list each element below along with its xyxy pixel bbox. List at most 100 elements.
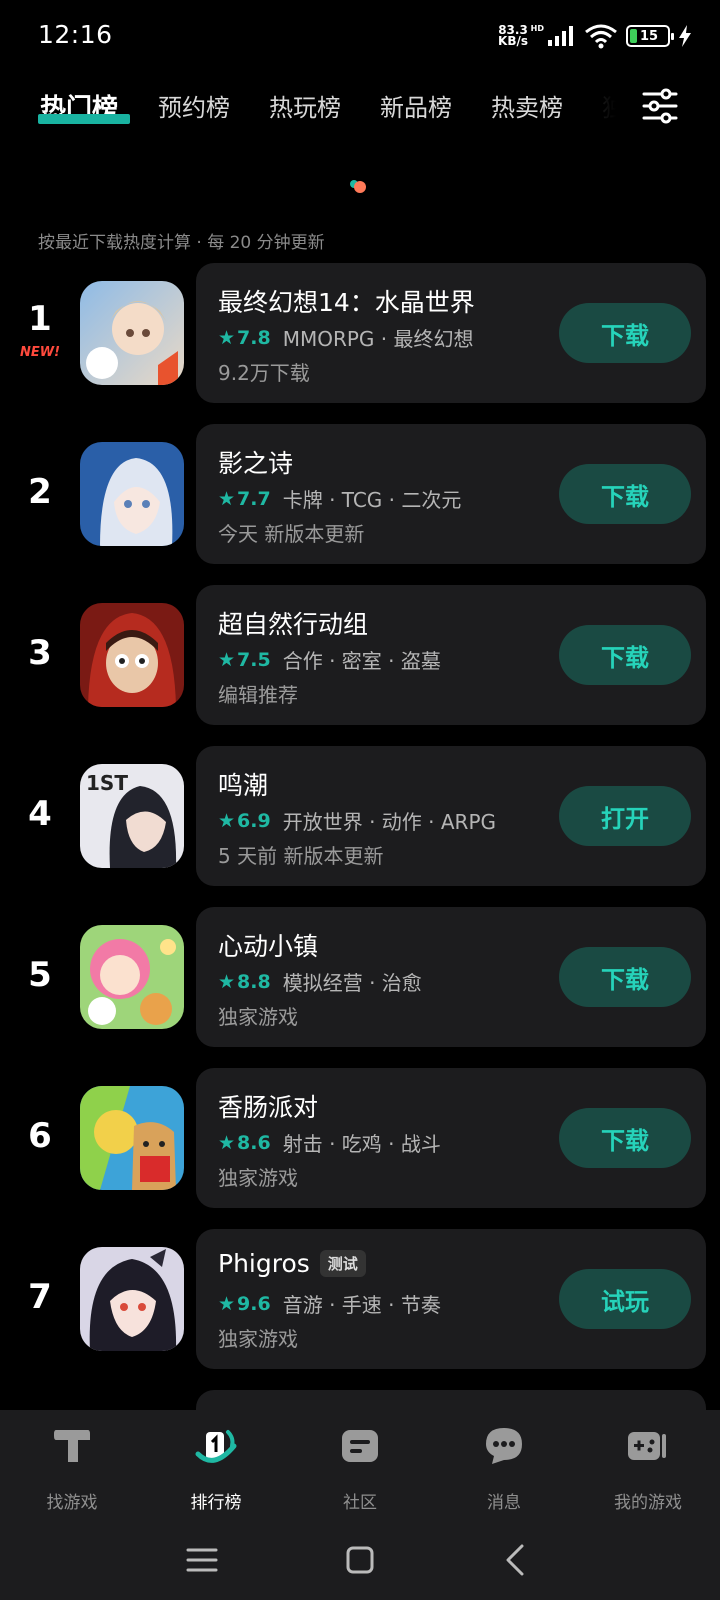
filter-icon[interactable] [640,86,680,126]
game-icon[interactable] [80,442,184,546]
rank-number: 6 [28,1116,52,1156]
game-subtitle: 今天 新版本更新 [218,522,365,546]
status-indicators: 83.3 KB/s HD 15 [498,20,692,52]
game-score: 8.6 [237,1131,271,1154]
game-card[interactable]: 香肠派对 ★ 8.6 射击 · 吃鸡 · 战斗 独家游戏 下载 [196,1068,706,1208]
tab-reservation[interactable]: 预约榜 [158,88,230,123]
game-score: 9.6 [237,1292,271,1315]
list-item[interactable]: 1 NEW! 最终幻想14：水晶世界 ★ 7.8 MMORPG · 最终幻想 9… [0,263,720,403]
game-card[interactable]: 超自然行动组 ★ 7.5 合作 · 密室 · 盗墓 编辑推荐 下载 [196,585,706,725]
game-tags: 模拟经营 · 治愈 [282,971,422,995]
svg-text:1ST: 1ST [86,771,128,795]
list-item[interactable]: 2 影之诗 ★ 7.7 卡牌 · TCG · 二次元 今天 新版本更新 下载 [0,424,720,564]
rank-number: 1 [28,299,52,339]
network-speed: 83.3 KB/s HD [498,24,544,48]
battery-level: 15 [640,28,659,44]
game-subtitle: 独家游戏 [218,1166,298,1190]
game-card[interactable]: 心动小镇 ★ 8.8 模拟经营 · 治愈 独家游戏 下载 [196,907,706,1047]
loading-indicator [350,180,366,193]
network-speed-unit: KB/s [498,34,528,48]
game-subtitle: 5 天前 新版本更新 [218,844,384,868]
game-title: 影之诗 [218,449,294,478]
game-meta: ★ 9.6 音游 · 手速 · 节奏 [218,1289,441,1318]
community-icon [342,1430,378,1462]
list-item[interactable]: 6 香肠派对 ★ 8.6 射击 · 吃鸡 · 战斗 独家游戏 下载 [0,1068,720,1208]
bottom-navigation: 找游戏 排行榜 社区 消息 我的游戏 [0,1410,720,1520]
message-icon [486,1428,522,1464]
game-title: 最终幻想14：水晶世界 [218,288,475,317]
nav-my-games[interactable]: 我的游戏 [588,1424,708,1513]
rank-number: 7 [28,1277,52,1317]
game-subtitle: 编辑推荐 [218,683,298,707]
game-meta: ★ 8.6 射击 · 吃鸡 · 战斗 [218,1128,441,1157]
game-title: 香肠派对 [218,1093,319,1122]
game-card[interactable]: 鸣潮 ★ 6.9 开放世界 · 动作 · ARPG 5 天前 新版本更新 打开 [196,746,706,886]
network-type: HD [530,24,544,33]
open-button[interactable]: 打开 [559,786,691,846]
tab-hot-play[interactable]: 热玩榜 [269,88,341,123]
game-meta: ★ 6.9 开放世界 · 动作 · ARPG [218,806,496,835]
game-title: 超自然行动组 [218,610,369,639]
download-button[interactable]: 下载 [559,303,691,363]
game-icon[interactable] [80,1247,184,1351]
game-tags: 开放世界 · 动作 · ARPG [282,810,496,834]
game-card[interactable]: 最终幻想14：水晶世界 ★ 7.8 MMORPG · 最终幻想 9.2万下载 下… [196,263,706,403]
star-icon: ★ [218,326,236,349]
game-icon[interactable] [80,1086,184,1190]
game-icon[interactable] [80,281,184,385]
list-item[interactable]: 4 1ST 鸣潮 ★ 6.9 开放世界 · 动作 · ARPG 5 天前 新版本… [0,746,720,886]
back-icon[interactable] [496,1540,536,1580]
download-button[interactable]: 下载 [559,625,691,685]
nav-ranking[interactable]: 排行榜 [156,1424,276,1513]
find-games-icon [54,1430,90,1462]
download-button[interactable]: 下载 [559,947,691,1007]
game-icon[interactable]: 1ST [80,764,184,868]
game-subtitle: 独家游戏 [218,1327,298,1351]
game-score: 8.8 [237,970,271,993]
nav-find-games[interactable]: 找游戏 [12,1424,132,1513]
game-card[interactable]: Phigros 测试 ★ 9.6 音游 · 手速 · 节奏 独家游戏 试玩 [196,1229,706,1369]
game-title: Phigros [218,1249,310,1278]
list-item[interactable]: 7 Phigros 测试 ★ 9.6 音游 · 手速 · 节奏 独家游戏 试玩 [0,1229,720,1369]
nav-community[interactable]: 社区 [300,1424,420,1513]
nav-label: 排行榜 [190,1493,242,1513]
game-subtitle: 9.2万下载 [218,361,310,385]
star-icon: ★ [218,809,236,832]
game-icon[interactable] [80,603,184,707]
download-button[interactable]: 下载 [559,1108,691,1168]
game-meta: ★ 7.5 合作 · 密室 · 盗墓 [218,645,441,674]
menu-icon[interactable] [182,1540,222,1580]
nav-messages[interactable]: 消息 [444,1424,564,1513]
download-button[interactable]: 下载 [559,464,691,524]
tab-new[interactable]: 新品榜 [380,88,452,123]
game-meta: ★ 7.7 卡牌 · TCG · 二次元 [218,484,461,513]
star-icon: ★ [218,970,236,993]
try-play-button[interactable]: 试玩 [559,1269,691,1329]
nav-label: 社区 [343,1493,377,1513]
wifi-icon [585,24,617,49]
game-title: 心动小镇 [218,932,319,961]
game-score: 6.9 [237,809,271,832]
game-card[interactable]: 影之诗 ★ 7.7 卡牌 · TCG · 二次元 今天 新版本更新 下载 [196,424,706,564]
game-icon[interactable] [80,925,184,1029]
list-item[interactable]: 3 超自然行动组 ★ 7.5 合作 · 密室 · 盗墓 编辑推荐 下载 [0,585,720,725]
nav-label: 我的游戏 [614,1493,682,1513]
game-score: 7.5 [237,648,271,671]
active-tab-indicator [38,114,130,124]
battery-icon: 15 [626,25,674,47]
home-icon[interactable] [340,1540,380,1580]
game-title: 鸣潮 [218,771,269,800]
game-score: 7.7 [237,487,271,510]
tab-best-selling[interactable]: 热卖榜 [491,88,563,123]
system-navigation [0,1520,720,1600]
status-time: 12:16 [38,20,113,49]
tab-fade [560,80,630,136]
ranking-icon [195,1430,237,1463]
game-tags: MMORPG · 最终幻想 [282,327,474,351]
star-icon: ★ [218,1292,236,1315]
rank-number: 2 [28,472,52,512]
list-item[interactable]: 5 心动小镇 ★ 8.8 模拟经营 · 治愈 独家游戏 下载 [0,907,720,1047]
game-subtitle: 独家游戏 [218,1005,298,1029]
game-tags: 音游 · 手速 · 节奏 [282,1293,441,1317]
game-tags: 射击 · 吃鸡 · 战斗 [282,1132,441,1156]
